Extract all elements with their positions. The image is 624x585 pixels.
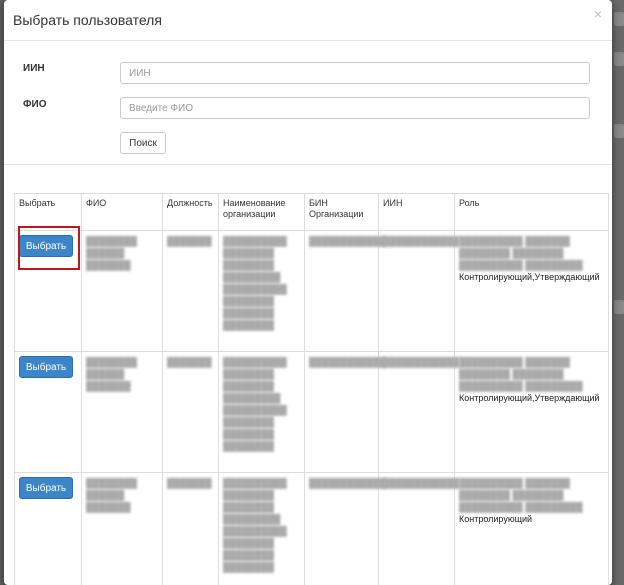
search-button[interactable]: Поиск bbox=[120, 132, 166, 154]
background-fragment bbox=[614, 52, 624, 66]
background-fragment bbox=[614, 12, 624, 26]
column-header-organization: Наименование организации bbox=[218, 193, 305, 231]
iin-cell-redacted: ████████████ bbox=[378, 230, 460, 352]
fio-input[interactable] bbox=[120, 97, 590, 119]
table-row: Выбрать ████████ ██████ ███████ ███████ ██… bbox=[14, 472, 609, 585]
role-text: Контролирующий bbox=[459, 514, 533, 524]
background-fragment bbox=[614, 300, 624, 314]
fio-label: ФИО bbox=[23, 99, 47, 110]
position-cell-redacted: ███████ bbox=[162, 230, 219, 352]
background-fragment bbox=[614, 124, 624, 138]
modal-header: Выбрать пользователя × bbox=[4, 0, 612, 41]
column-header-role: Роль bbox=[454, 193, 609, 231]
bin-cell-redacted: ████████████ bbox=[304, 472, 386, 585]
organization-cell-redacted: ██████████ ████████ ████████ █████████ █████… bbox=[218, 230, 305, 352]
select-button[interactable]: Выбрать bbox=[19, 235, 73, 257]
bin-cell-redacted: ████████████ bbox=[304, 230, 386, 352]
users-table: Выбрать ФИО Должность Наименование орган… bbox=[14, 193, 609, 585]
role-cell: ██████████ ███████ ████████ ████████ █████… bbox=[454, 230, 609, 352]
background-page bbox=[612, 0, 624, 585]
section-divider bbox=[4, 164, 612, 165]
role-text: Контролирующий,Утверждающий bbox=[459, 272, 600, 282]
organization-cell-redacted: ██████████ ████████ ████████ █████████ █████… bbox=[218, 351, 305, 473]
role-cell: ██████████ ███████ ████████ ████████ █████… bbox=[454, 351, 609, 473]
position-cell-redacted: ███████ bbox=[162, 472, 219, 585]
bin-cell-redacted: ████████████ bbox=[304, 351, 386, 473]
select-user-modal: Выбрать пользователя × ИИН ФИО Поиск Выб… bbox=[4, 0, 612, 585]
column-header-iin: ИИН bbox=[378, 193, 455, 231]
table-row: Выбрать ████████ ██████ ███████ ███████ ██… bbox=[14, 351, 609, 473]
fio-cell-redacted: ████████ ██████ ███████ bbox=[81, 351, 163, 473]
organization-cell-redacted: ██████████ ████████ ████████ █████████ █████… bbox=[218, 472, 305, 585]
fio-cell-redacted: ████████ ██████ ███████ bbox=[81, 230, 163, 352]
column-header-position: Должность bbox=[162, 193, 219, 231]
table-header-row: Выбрать ФИО Должность Наименование орган… bbox=[14, 193, 609, 231]
select-button[interactable]: Выбрать bbox=[19, 477, 73, 499]
iin-label: ИИН bbox=[23, 63, 45, 74]
role-text: Контролирующий,Утверждающий bbox=[459, 393, 600, 403]
column-header-select: Выбрать bbox=[14, 193, 82, 231]
select-button[interactable]: Выбрать bbox=[19, 356, 73, 378]
column-header-bin: БИН Организации bbox=[304, 193, 379, 231]
position-cell-redacted: ███████ bbox=[162, 351, 219, 473]
iin-cell-redacted: ████████████ bbox=[378, 351, 460, 473]
iin-input[interactable] bbox=[120, 62, 590, 84]
fio-cell-redacted: ████████ ██████ ███████ bbox=[81, 472, 163, 585]
table-row: Выбрать ████████ ██████ ███████ ███████ ██… bbox=[14, 230, 609, 352]
column-header-fio: ФИО bbox=[81, 193, 163, 231]
iin-cell-redacted: ████████████ bbox=[378, 472, 460, 585]
role-cell: ██████████ ███████ ████████ ████████ █████… bbox=[454, 472, 609, 585]
modal-title: Выбрать пользователя bbox=[13, 12, 162, 28]
close-icon[interactable]: × bbox=[594, 6, 602, 22]
